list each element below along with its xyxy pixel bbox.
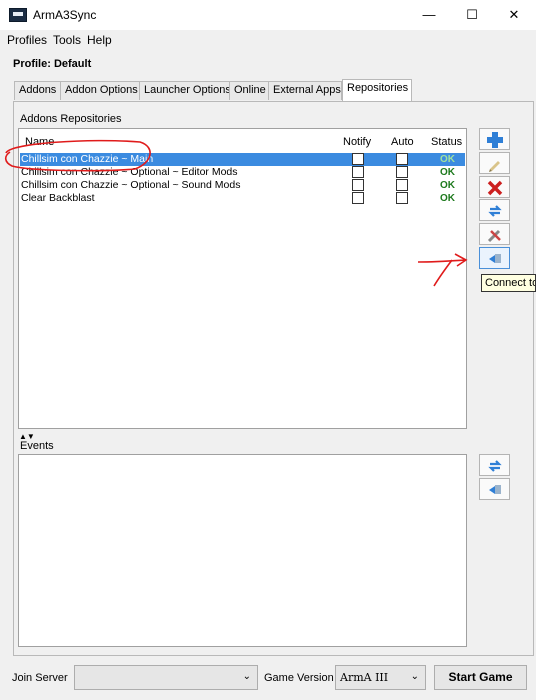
game-version-value: ArmA III [340,671,389,684]
events-label: Events [20,440,54,452]
tab-launcher-options[interactable]: Launcher Options [139,81,231,100]
table-row[interactable]: Chillsim con Chazzie ~ Main OK [20,153,465,166]
table-row[interactable]: Chillsim con Chazzie ~ Optional ~ Editor… [20,166,465,179]
table-row[interactable]: Clear Backblast OK [20,192,465,205]
connect-icon [489,485,501,494]
notify-checkbox[interactable] [352,179,364,191]
column-header-name[interactable]: Name [25,132,54,152]
edit-repository-button[interactable] [479,152,510,174]
pencil-icon [489,161,500,172]
remove-repository-button[interactable] [479,176,510,198]
notify-checkbox[interactable] [352,166,364,178]
start-game-button[interactable]: Start Game [434,665,527,690]
app-icon [9,8,27,22]
repository-name: Chillsim con Chazzie ~ Optional ~ Sound … [21,179,241,191]
tab-repositories[interactable]: Repositories [342,79,412,101]
auto-checkbox[interactable] [396,192,408,204]
connect-icon [489,254,501,263]
status-badge: OK [440,167,455,178]
tab-addons[interactable]: Addons [14,81,61,100]
auto-checkbox[interactable] [396,166,408,178]
column-header-notify[interactable]: Notify [343,132,371,152]
auto-checkbox[interactable] [396,179,408,191]
menu-bar: Profiles Tools Help [0,30,536,50]
plus-icon [487,132,503,148]
join-server-label: Join Server [12,672,68,684]
column-header-auto[interactable]: Auto [391,132,414,152]
column-header-status[interactable]: Status [431,132,462,152]
repositories-table: Name Notify Auto Status Chillsim con Cha… [18,128,467,429]
game-version-label: Game Version [264,672,334,684]
maximize-button[interactable]: ☐ [455,2,489,28]
repository-name: Clear Backblast [21,192,95,204]
table-row[interactable]: Chillsim con Chazzie ~ Optional ~ Sound … [20,179,465,192]
sync-arrows-icon [488,205,502,217]
menu-profiles[interactable]: Profiles [7,33,47,47]
add-repository-button[interactable] [479,128,510,150]
minimize-button[interactable]: — [412,2,446,28]
menu-help[interactable]: Help [87,33,112,47]
repository-name: Chillsim con Chazzie ~ Optional ~ Editor… [21,166,238,178]
addons-repositories-label: Addons Repositories [20,113,122,125]
events-list[interactable] [18,454,467,647]
notify-checkbox[interactable] [352,192,364,204]
repository-tools-button[interactable] [479,223,510,245]
close-button[interactable]: ✕ [497,2,531,28]
status-badge: OK [440,180,455,191]
status-badge: OK [440,154,455,165]
sync-arrows-icon [488,460,502,472]
auto-checkbox[interactable] [396,153,408,165]
connect-tooltip: Connect to [481,274,536,292]
tab-online[interactable]: Online [229,81,269,100]
status-badge: OK [440,193,455,204]
window-title: ArmA3Sync [33,8,97,22]
repository-name: Chillsim con Chazzie ~ Main [21,153,154,165]
events-sync-button[interactable] [479,454,510,476]
red-x-icon [487,180,503,196]
game-version-combo[interactable]: ArmA III ⌄ [335,665,426,690]
menu-tools[interactable]: Tools [53,33,81,47]
events-connect-button[interactable] [479,478,510,500]
chevron-down-icon: ⌄ [242,671,251,682]
tools-icon [487,229,501,243]
tab-addon-options[interactable]: Addon Options [60,81,140,100]
notify-checkbox[interactable] [352,153,364,165]
join-server-combo[interactable]: ⌄ [74,665,258,690]
tab-external-apps[interactable]: External Apps [268,81,342,100]
title-bar: ArmA3Sync — ☐ ✕ [0,0,536,30]
connect-button[interactable] [479,247,510,269]
sync-repository-button[interactable] [479,199,510,221]
chevron-down-icon: ⌄ [410,671,419,682]
profile-label: Profile: Default [13,58,92,70]
